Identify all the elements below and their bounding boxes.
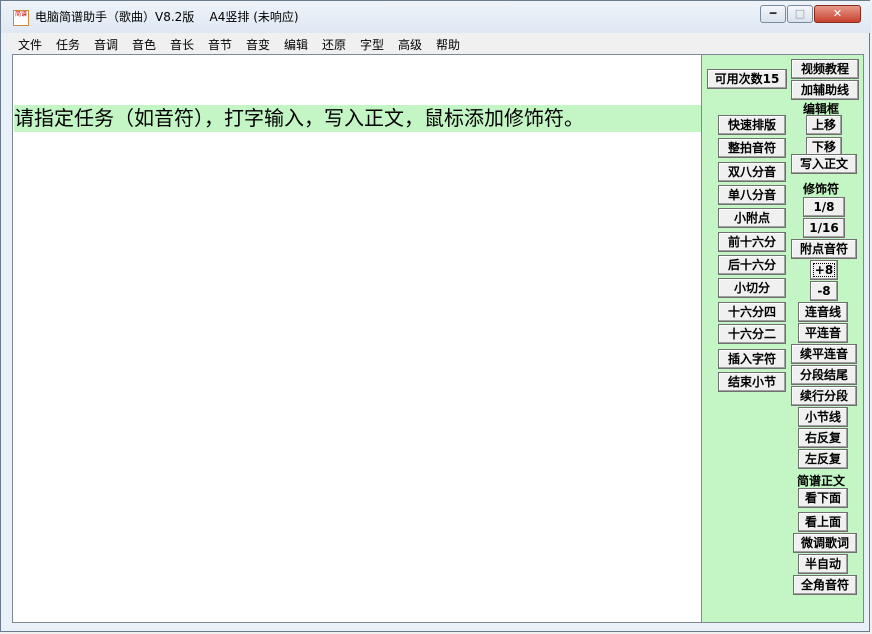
octave-down-button[interactable]: -8 xyxy=(810,281,838,301)
dotted-note-button[interactable]: 附点音符 xyxy=(791,239,857,259)
small-dot-button[interactable]: 小附点 xyxy=(718,208,786,228)
title-bar[interactable]: 简谱 电脑简谱助手（歌曲）V8.2版 A4竖排 (未响应) ━ □ ✕ xyxy=(1,1,871,33)
double-eighth-button[interactable]: 双八分音 xyxy=(718,162,786,182)
decorations-label: 修饰符 xyxy=(803,182,840,196)
single-eighth-button[interactable]: 单八分音 xyxy=(718,185,786,205)
whole-beat-button[interactable]: 整拍音符 xyxy=(718,138,786,158)
menu-font[interactable]: 字型 xyxy=(360,36,384,53)
small-syncopation-button[interactable]: 小切分 xyxy=(718,278,786,298)
menu-advanced[interactable]: 高级 xyxy=(398,36,422,53)
menu-key[interactable]: 音调 xyxy=(94,36,118,53)
octave-up-button[interactable]: +8 xyxy=(810,260,838,280)
menu-measure[interactable]: 音节 xyxy=(208,36,232,53)
tool-panel: 可用次数15 视频教程 加辅助线 编辑框 快速排版 整拍音符 双八分音 单八分音… xyxy=(702,54,864,623)
look-below-button[interactable]: 看下面 xyxy=(798,488,848,508)
sixteenth-four-button[interactable]: 十六分四 xyxy=(718,302,786,322)
menu-edit[interactable]: 编辑 xyxy=(284,36,308,53)
section-end-button[interactable]: 分段结尾 xyxy=(791,365,857,385)
menu-timbre[interactable]: 音色 xyxy=(132,36,156,53)
front-sixteenth-button[interactable]: 前十六分 xyxy=(718,232,786,252)
minimize-button[interactable]: ━ xyxy=(760,5,786,23)
menu-help[interactable]: 帮助 xyxy=(436,36,460,53)
menu-restore[interactable]: 还原 xyxy=(322,36,346,53)
menu-duration[interactable]: 音长 xyxy=(170,36,194,53)
continue-flat-slur-button[interactable]: 续平连音 xyxy=(791,344,857,364)
score-editor[interactable]: 请指定任务（如音符），打字输入，写入正文，鼠标添加修饰符。 xyxy=(12,54,702,623)
adjust-lyrics-button[interactable]: 微调歌词 xyxy=(793,533,857,553)
half-auto-button[interactable]: 半自动 xyxy=(798,554,848,574)
fullwidth-symbol-button[interactable]: 全角音符 xyxy=(793,575,857,595)
flat-slur-button[interactable]: 平连音 xyxy=(798,323,848,343)
barline-button[interactable]: 小节线 xyxy=(798,407,848,427)
one-sixteenth-button[interactable]: 1/16 xyxy=(803,218,845,238)
left-repeat-button[interactable]: 左反复 xyxy=(798,449,848,469)
slur-button[interactable]: 连音线 xyxy=(798,302,848,322)
insert-char-button[interactable]: 插入字符 xyxy=(718,349,786,369)
menu-task[interactable]: 任务 xyxy=(56,36,80,53)
add-guides-button[interactable]: 加辅助线 xyxy=(791,80,859,100)
video-tutorial-button[interactable]: 视频教程 xyxy=(791,59,859,79)
right-repeat-button[interactable]: 右反复 xyxy=(798,428,848,448)
quick-layout-button[interactable]: 快速排版 xyxy=(718,115,786,135)
end-bar-button[interactable]: 结束小节 xyxy=(718,372,786,392)
jianpu-body-label: 简谱正文 xyxy=(797,474,846,488)
window-title: 电脑简谱助手（歌曲）V8.2版 A4竖排 (未响应) xyxy=(35,10,299,24)
menu-bar: 文件 任务 音调 音色 音长 音节 音变 编辑 还原 字型 高级 帮助 xyxy=(7,33,865,53)
maximize-button[interactable]: □ xyxy=(787,5,813,23)
sixteenth-two-button[interactable]: 十六分二 xyxy=(718,324,786,344)
one-eighth-button[interactable]: 1/8 xyxy=(803,197,845,217)
close-button[interactable]: ✕ xyxy=(814,5,861,23)
instruction-prompt: 请指定任务（如音符），打字输入，写入正文，鼠标添加修饰符。 xyxy=(14,105,701,132)
menu-file[interactable]: 文件 xyxy=(18,36,42,53)
look-above-button[interactable]: 看上面 xyxy=(798,512,848,532)
uses-left-button[interactable]: 可用次数15 xyxy=(707,69,787,89)
move-up-button[interactable]: 上移 xyxy=(806,115,842,135)
write-body-button[interactable]: 写入正文 xyxy=(791,154,857,174)
continue-section-button[interactable]: 续行分段 xyxy=(791,386,857,406)
app-window: 简谱 电脑简谱助手（歌曲）V8.2版 A4竖排 (未响应) ━ □ ✕ 文件 任… xyxy=(0,0,871,632)
menu-pitch-change[interactable]: 音变 xyxy=(246,36,270,53)
back-sixteenth-button[interactable]: 后十六分 xyxy=(718,255,786,275)
app-logo-icon: 简谱 xyxy=(13,10,29,26)
